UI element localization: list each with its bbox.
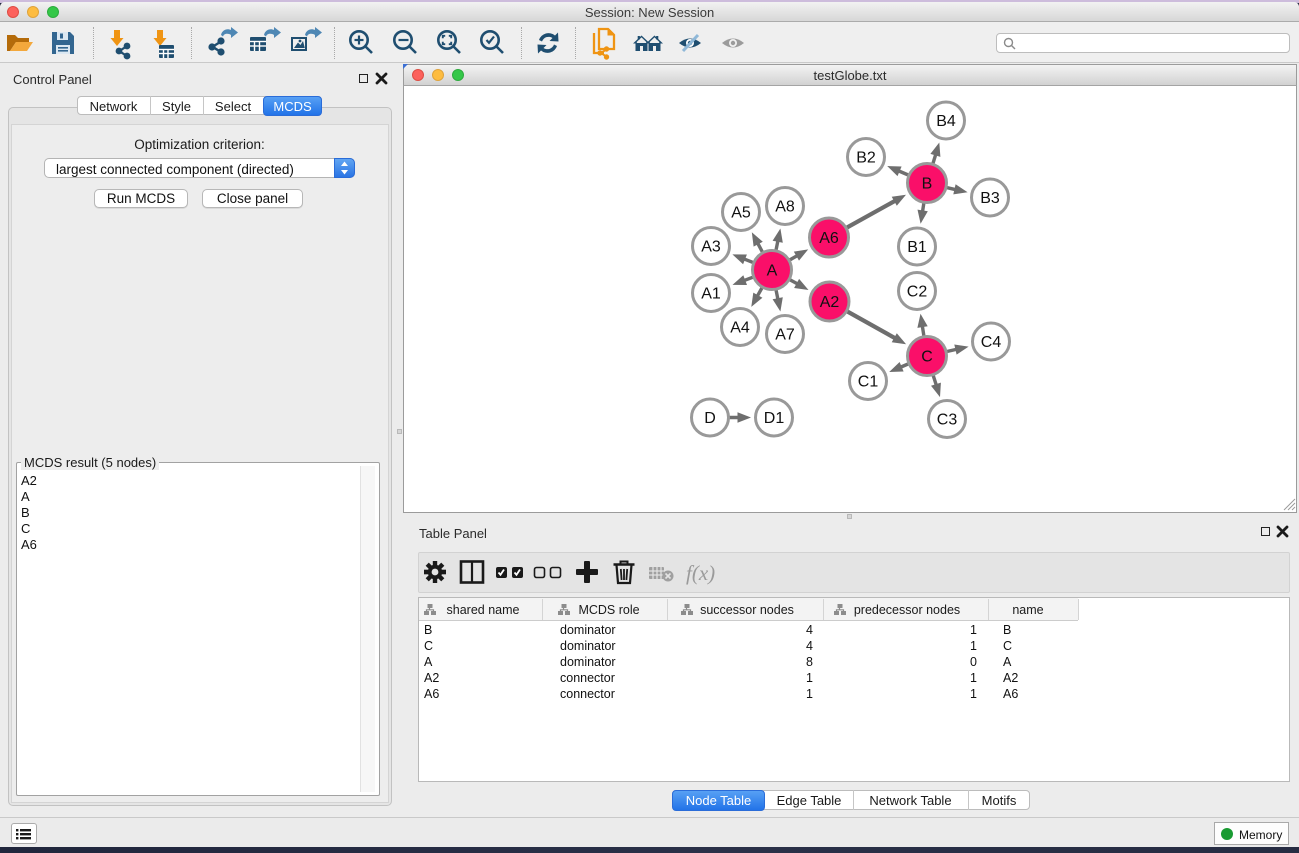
svg-text:4: 4	[806, 623, 813, 637]
svg-text:A2: A2	[424, 671, 439, 685]
svg-text:shared name: shared name	[447, 603, 520, 617]
svg-text:A: A	[1003, 655, 1012, 669]
svg-text:A6: A6	[1003, 687, 1018, 701]
svg-text:1: 1	[970, 687, 977, 701]
svg-text:C: C	[424, 639, 433, 653]
svg-text:name: name	[1012, 603, 1043, 617]
svg-text:8: 8	[806, 655, 813, 669]
svg-text:connector: connector	[560, 687, 615, 701]
svg-text:B: B	[424, 623, 432, 637]
svg-text:dominator: dominator	[560, 639, 616, 653]
svg-text:predecessor nodes: predecessor nodes	[854, 603, 960, 617]
svg-text:4: 4	[806, 639, 813, 653]
svg-text:A6: A6	[424, 687, 439, 701]
svg-text:C: C	[1003, 639, 1012, 653]
svg-text:dominator: dominator	[560, 623, 616, 637]
svg-text:connector: connector	[560, 671, 615, 685]
svg-text:1: 1	[806, 671, 813, 685]
svg-text:successor nodes: successor nodes	[700, 603, 794, 617]
svg-text:A2: A2	[1003, 671, 1018, 685]
svg-text:B: B	[1003, 623, 1011, 637]
svg-text:1: 1	[970, 623, 977, 637]
svg-text:A: A	[424, 655, 433, 669]
svg-text:dominator: dominator	[560, 655, 616, 669]
svg-text:MCDS role: MCDS role	[578, 603, 639, 617]
svg-text:1: 1	[970, 671, 977, 685]
svg-text:0: 0	[970, 655, 977, 669]
svg-text:1: 1	[970, 639, 977, 653]
svg-text:1: 1	[806, 687, 813, 701]
